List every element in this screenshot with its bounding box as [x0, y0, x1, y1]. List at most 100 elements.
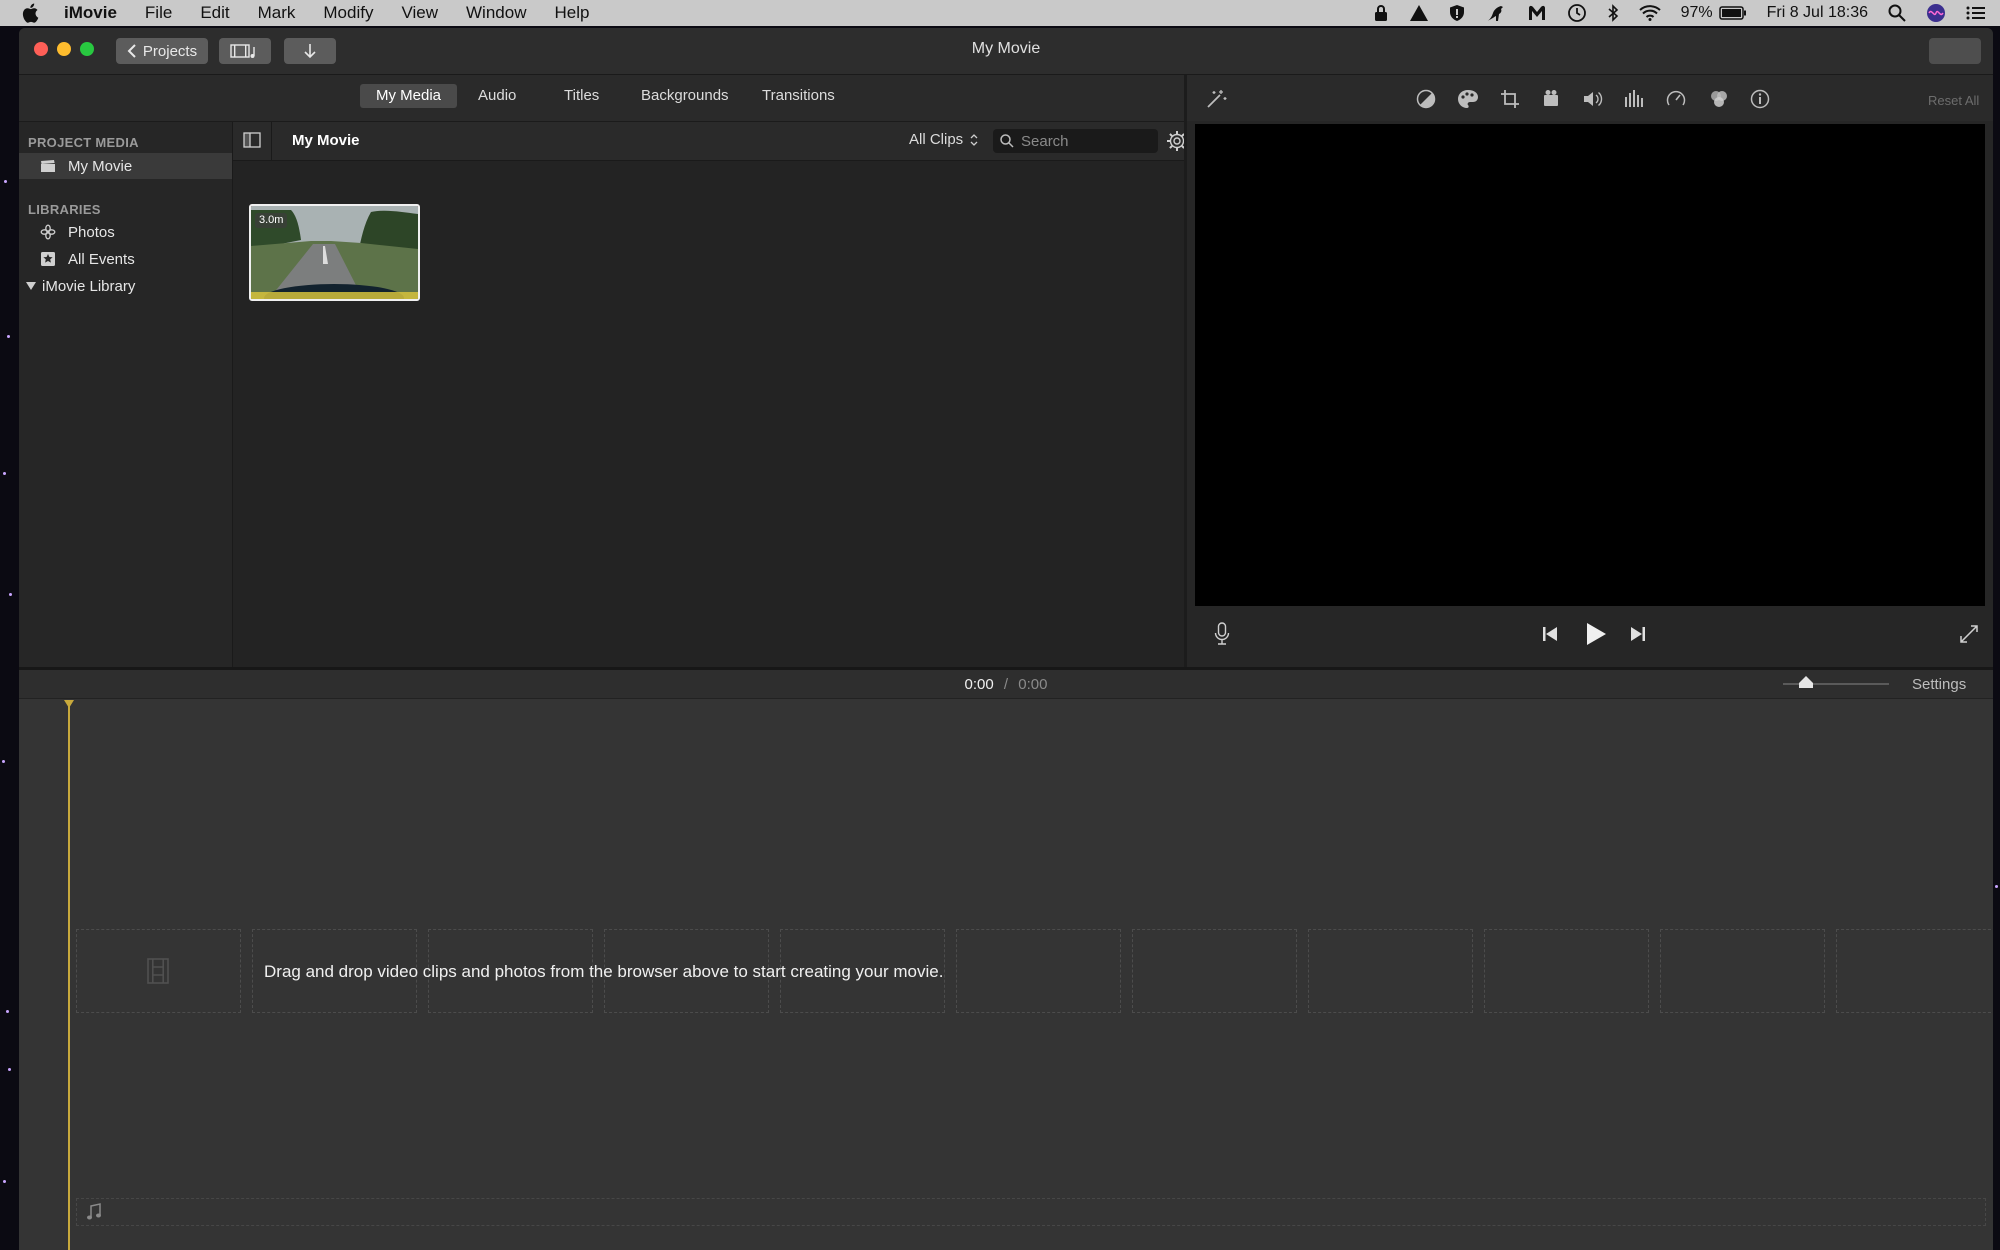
info-icon[interactable] [1750, 89, 1770, 114]
sidebar-item-label: iMovie Library [42, 277, 136, 295]
color-balance-icon[interactable] [1416, 89, 1436, 114]
search-placeholder: Search [1021, 132, 1069, 150]
timeline-placeholder-slot [956, 929, 1121, 1013]
search-field[interactable]: Search [993, 129, 1158, 153]
stabilization-camera-icon[interactable] [1541, 89, 1561, 114]
current-time: 0:00 [964, 676, 994, 693]
tab-titles[interactable]: Titles [548, 84, 615, 108]
reset-all-button[interactable]: Reset All [1928, 93, 1979, 108]
sidebar-item-label: Photos [68, 223, 115, 241]
all-clips-label: All Clips [909, 131, 964, 148]
menu-edit[interactable]: Edit [200, 3, 229, 23]
sidebar-item-label: All Events [68, 250, 135, 268]
title-bar: Projects My Movie [19, 28, 1993, 75]
adjustments-bar: Reset All [1187, 75, 1993, 121]
skip-forward-icon[interactable] [1629, 625, 1647, 648]
timecode-display: 0:00 / 0:00 [19, 676, 1993, 693]
tab-transitions[interactable]: Transitions [746, 84, 851, 108]
timeline-header: 0:00 / 0:00 Settings [19, 670, 1993, 699]
sidebar-item-imovie-library[interactable]: iMovie Library [19, 273, 232, 299]
timeline-placeholder-slot [1308, 929, 1473, 1013]
color-palette-icon[interactable] [1457, 89, 1479, 114]
music-track[interactable] [76, 1198, 1986, 1226]
music-note-icon [87, 1203, 101, 1220]
media-tab-bar: My Media Audio Titles Backgrounds Transi… [19, 75, 1184, 122]
toggle-sidebar-button[interactable] [243, 132, 261, 148]
menu-window[interactable]: Window [466, 3, 526, 23]
libraries-heading: LIBRARIES [28, 202, 101, 217]
kangaroo-icon[interactable] [1485, 4, 1507, 22]
timeline-drop-hint: Drag and drop video clips and photos fro… [264, 962, 944, 981]
filmstrip-icon [147, 958, 169, 984]
playhead[interactable] [68, 700, 70, 1250]
timeline-placeholder-slot [1836, 929, 1993, 1013]
menu-file[interactable]: File [145, 3, 172, 23]
photos-flower-icon [40, 224, 56, 240]
updown-chevron-icon [970, 133, 978, 146]
disclosure-triangle-icon[interactable] [26, 281, 36, 291]
tab-backgrounds[interactable]: Backgrounds [625, 84, 745, 108]
media-browser: 3.0m [233, 161, 1184, 667]
voiceover-microphone-icon[interactable] [1214, 622, 1230, 651]
sidebar-item-photos[interactable]: Photos [19, 219, 232, 245]
time-machine-icon[interactable] [1567, 3, 1587, 23]
volume-icon[interactable] [1582, 89, 1604, 114]
notification-center-icon[interactable] [1966, 5, 1986, 21]
apple-menu-icon[interactable] [22, 3, 44, 23]
menu-mark[interactable]: Mark [258, 3, 296, 23]
zoom-slider-thumb-base [1799, 683, 1814, 688]
menu-help[interactable]: Help [554, 3, 589, 23]
menubar-clock[interactable]: Fri 8 Jul 18:36 [1767, 4, 1868, 22]
timeline-placeholder-slot [1132, 929, 1297, 1013]
warning-triangle-icon[interactable] [1409, 4, 1429, 22]
clip-duration-badge: 3.0m [255, 213, 288, 228]
browser-divider [271, 122, 272, 160]
magic-wand-icon[interactable] [1205, 89, 1227, 114]
star-box-icon [40, 251, 56, 267]
crop-icon[interactable] [1500, 89, 1520, 114]
clapperboard-icon [40, 158, 56, 174]
siri-icon[interactable] [1926, 3, 1946, 23]
all-clips-filter[interactable]: All Clips [909, 131, 979, 148]
sidebar-item-all-events[interactable]: All Events [19, 246, 232, 272]
menu-view[interactable]: View [401, 3, 438, 23]
sidebar-toggle-icon [243, 132, 261, 148]
sidebar-item-my-movie[interactable]: My Movie [19, 153, 232, 179]
lock-icon[interactable] [1373, 4, 1389, 22]
imovie-window: Projects My Movie My Media Audio Titles … [19, 28, 1993, 1250]
play-icon[interactable] [1585, 622, 1607, 651]
bluetooth-icon[interactable] [1607, 4, 1619, 22]
menu-app-name[interactable]: iMovie [64, 3, 117, 23]
time-separator: / [1003, 676, 1009, 693]
equalizer-icon[interactable] [1624, 89, 1646, 114]
video-clip-thumbnail[interactable]: 3.0m [249, 204, 420, 301]
malwarebytes-icon[interactable] [1527, 4, 1547, 22]
skip-back-icon[interactable] [1541, 625, 1559, 648]
timeline-settings-button[interactable]: Settings [1912, 676, 1966, 693]
video-viewer[interactable] [1195, 124, 1985, 606]
playhead-handle[interactable] [64, 700, 74, 708]
speed-gauge-icon[interactable] [1666, 89, 1686, 114]
shield-icon[interactable] [1449, 4, 1465, 22]
browser-title: My Movie [292, 132, 360, 149]
battery-icon[interactable] [1718, 6, 1747, 20]
zoom-slider-thumb[interactable] [1799, 676, 1814, 683]
browser-toolbar: My Movie All Clips Search [233, 122, 1187, 161]
menu-modify[interactable]: Modify [323, 3, 373, 23]
search-icon [1000, 134, 1014, 148]
tab-my-media[interactable]: My Media [360, 84, 458, 108]
total-time: 0:00 [1018, 676, 1048, 693]
wifi-icon[interactable] [1638, 5, 1661, 21]
project-media-heading: PROJECT MEDIA [28, 135, 139, 150]
share-button[interactable] [1929, 38, 1981, 64]
timeline-placeholder-slot [1484, 929, 1649, 1013]
menu-bar: iMovie File Edit Mark Modify View Window… [0, 0, 2000, 26]
spotlight-search-icon[interactable] [1888, 4, 1906, 22]
video-overlay-icon[interactable] [1708, 89, 1730, 114]
battery-percentage[interactable]: 97% [1681, 4, 1713, 22]
sidebar-item-label: My Movie [68, 157, 133, 175]
fullscreen-expand-icon[interactable] [1959, 624, 1979, 649]
timeline-zoom-slider[interactable] [1783, 676, 1889, 688]
tab-audio[interactable]: Audio [462, 84, 532, 108]
timeline-placeholder-slot [1660, 929, 1825, 1013]
